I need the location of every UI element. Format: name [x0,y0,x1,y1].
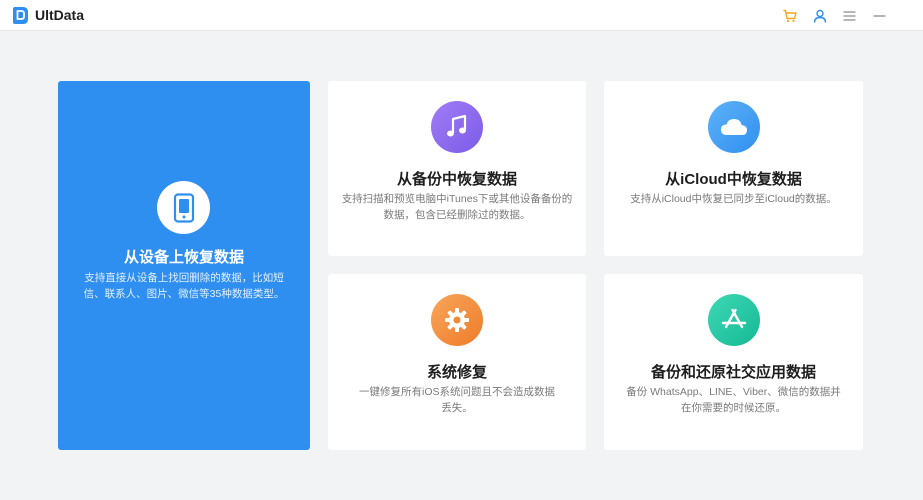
system-repair-card[interactable]: 系统修复 一键修复所有iOS系统问题且不会造成数据丢失。 [328,274,586,450]
cloud-icon-circle [708,101,760,153]
recover-from-icloud-card[interactable]: 从iCloud中恢复数据 支持从iCloud中恢复已同步至iCloud的数据。 [604,81,863,256]
card-title: 系统修复 [426,364,487,381]
app-store-icon-circle [708,294,760,346]
music-note-icon [447,114,467,137]
social-app-backup-card[interactable]: 备份和还原社交应用数据 备份 WhatsApp、LINE、Viber、微信的数据… [604,274,863,450]
card-title: 从设备上恢复数据 [123,249,244,266]
card-description: 一键修复所有iOS系统问题且不会造成数据丢失。 [358,386,555,414]
card-description: 支持扫描和预览电脑中iTunes下或其他设备备份的数据，包含已经删除过的数据。 [341,193,573,221]
card-description: 备份 WhatsApp、LINE、Viber、微信的数据并在你需要的时候还原。 [626,386,841,414]
music-icon-circle [431,101,483,153]
card-title: 从iCloud中恢复数据 [665,171,802,188]
recover-from-device-card[interactable]: 从设备上恢复数据 支持直接从设备上找回删除的数据，比如短信、联系人、图片、微信等… [58,81,310,450]
repair-icon-circle [431,294,483,346]
ultdata-logo-icon [13,7,28,24]
phone-icon-circle [157,181,210,234]
cart-button[interactable] [779,5,801,27]
minimize-button[interactable] [868,5,890,27]
cart-icon [783,9,797,23]
menu-icon [843,11,855,21]
title-bar: UltData [0,0,923,31]
card-title: 备份和还原社交应用数据 [650,364,816,381]
card-title: 从备份中恢复数据 [396,171,517,188]
minimize-icon [873,15,885,17]
recover-from-backup-card[interactable]: 从备份中恢复数据 支持扫描和预览电脑中iTunes下或其他设备备份的数据，包含已… [328,81,586,256]
card-description: 支持直接从设备上找回删除的数据，比如短信、联系人、图片、微信等35种数据类型。 [83,272,285,300]
card-description: 支持从iCloud中恢复已同步至iCloud的数据。 [630,193,837,205]
phone-icon [173,192,194,223]
cloud-icon [721,119,747,135]
menu-button[interactable] [838,5,860,27]
account-button[interactable] [809,5,831,27]
user-icon [813,9,827,23]
app-title: UltData [35,7,85,23]
app-store-icon [721,308,747,329]
gear-icon [445,308,469,332]
